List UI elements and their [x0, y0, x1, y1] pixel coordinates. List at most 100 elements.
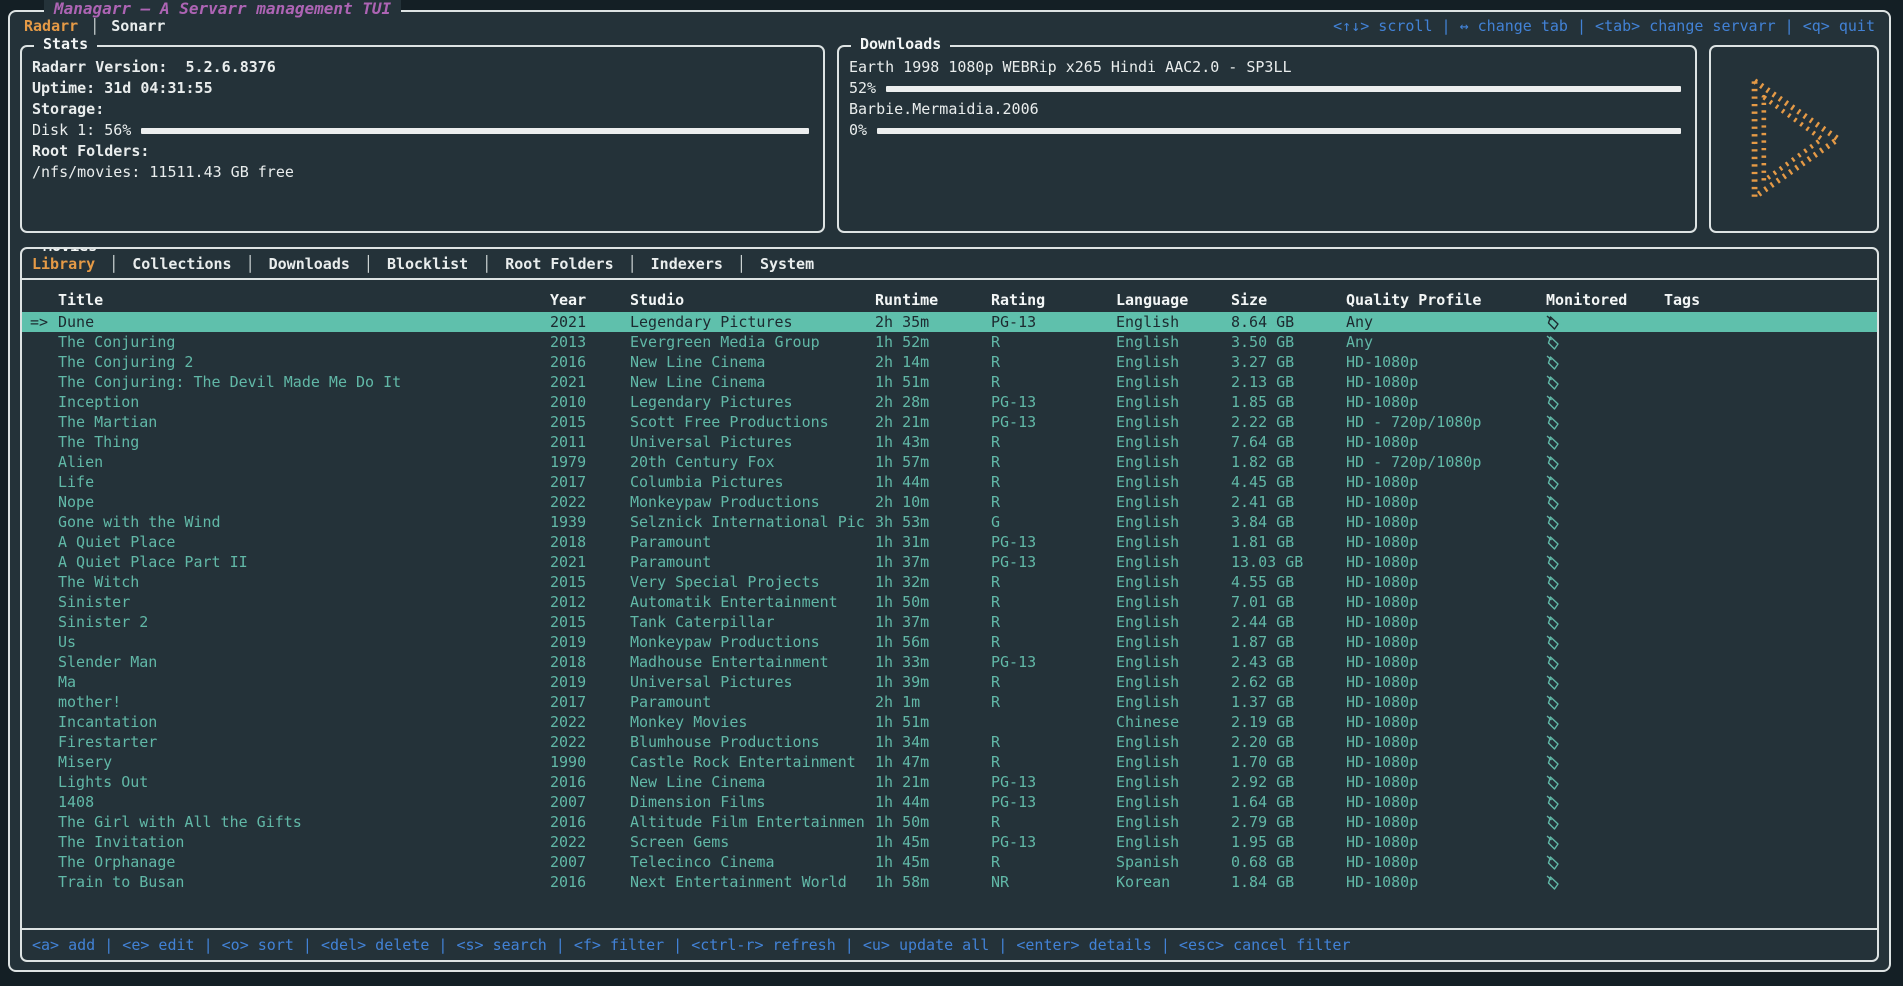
table-row[interactable]: Train to Busan 2016 Next Entertainment W… [22, 872, 1877, 892]
cell-language: English [1116, 433, 1231, 451]
cell-rating: R [991, 433, 1116, 451]
cell-title: The Thing [58, 433, 550, 451]
col-monitored[interactable]: Monitored [1546, 291, 1664, 309]
cell-year: 2018 [550, 653, 630, 671]
cell-title: The Martian [58, 413, 550, 431]
cell-language: English [1116, 653, 1231, 671]
cell-quality-profile: HD-1080p [1346, 833, 1546, 851]
cell-size: 2.44 GB [1231, 613, 1346, 631]
cell-runtime: 1h 45m [875, 853, 991, 871]
cell-year: 2013 [550, 333, 630, 351]
cell-quality-profile: HD-1080p [1346, 433, 1546, 451]
cell-rating: R [991, 633, 1116, 651]
cell-year: 2018 [550, 533, 630, 551]
cell-language: English [1116, 393, 1231, 411]
cell-year: 2017 [550, 693, 630, 711]
cell-title: Slender Man [58, 653, 550, 671]
movies-tab-downloads[interactable]: Downloads [269, 255, 350, 273]
cell-quality-profile: HD-1080p [1346, 373, 1546, 391]
cell-year: 2021 [550, 373, 630, 391]
cell-studio: Columbia Pictures [630, 473, 875, 491]
cell-rating: R [991, 333, 1116, 351]
cell-rating: R [991, 453, 1116, 471]
cell-runtime: 1h 51m [875, 713, 991, 731]
cell-rating: R [991, 373, 1116, 391]
cell-studio: Paramount [630, 693, 875, 711]
col-size[interactable]: Size [1231, 291, 1346, 309]
download-item: Barbie.Mermaidia.2006 0% [849, 99, 1681, 141]
cell-title: 1408 [58, 793, 550, 811]
cell-title: Gone with the Wind [58, 513, 550, 531]
cell-language: English [1116, 753, 1231, 771]
cell-quality-profile: HD-1080p [1346, 353, 1546, 371]
cell-size: 3.84 GB [1231, 513, 1346, 531]
cell-runtime: 1h 33m [875, 653, 991, 671]
cell-quality-profile: HD-1080p [1346, 473, 1546, 491]
cell-rating: R [991, 613, 1116, 631]
cell-rating: PG-13 [991, 393, 1116, 411]
downloads-panel-title: Downloads [851, 35, 950, 53]
col-quality-profile[interactable]: Quality Profile [1346, 291, 1546, 309]
cell-year: 2016 [550, 873, 630, 891]
cell-rating: R [991, 473, 1116, 491]
col-title[interactable]: Title [58, 291, 550, 309]
col-language[interactable]: Language [1116, 291, 1231, 309]
cell-quality-profile: HD-1080p [1346, 553, 1546, 571]
movies-tab-indexers[interactable]: Indexers [651, 255, 723, 273]
cell-rating: PG-13 [991, 653, 1116, 671]
cell-quality-profile: HD-1080p [1346, 513, 1546, 531]
cell-quality-profile: HD-1080p [1346, 853, 1546, 871]
col-runtime[interactable]: Runtime [875, 291, 991, 309]
servarr-tab-radarr[interactable]: Radarr [24, 17, 78, 35]
cell-size: 2.41 GB [1231, 493, 1346, 511]
cell-runtime: 1h 52m [875, 333, 991, 351]
cell-language: English [1116, 353, 1231, 371]
cell-rating: R [991, 353, 1116, 371]
servarr-tabs: Radarr│Sonarr [24, 17, 165, 35]
cell-studio: Evergreen Media Group [630, 333, 875, 351]
col-studio[interactable]: Studio [630, 291, 875, 309]
movies-tab-system[interactable]: System [760, 255, 814, 273]
col-year[interactable]: Year [550, 291, 630, 309]
cell-studio: Tank Caterpillar [630, 613, 875, 631]
cell-studio: Legendary Pictures [630, 313, 875, 331]
cell-year: 2022 [550, 833, 630, 851]
cell-quality-profile: HD-1080p [1346, 613, 1546, 631]
cell-rating: NR [991, 873, 1116, 891]
uptime: Uptime: 31d 04:31:55 [32, 78, 809, 99]
servarr-tab-sonarr[interactable]: Sonarr [111, 17, 165, 35]
cell-rating: R [991, 673, 1116, 691]
col-rating[interactable]: Rating [991, 291, 1116, 309]
col-tags[interactable]: Tags [1664, 291, 1877, 309]
cell-quality-profile: HD-1080p [1346, 753, 1546, 771]
cell-language: Chinese [1116, 713, 1231, 731]
cell-studio: Castle Rock Entertainment [630, 753, 875, 771]
download-item: Earth 1998 1080p WEBRip x265 Hindi AAC2.… [849, 57, 1681, 99]
cell-title: The Conjuring: The Devil Made Me Do It [58, 373, 550, 391]
cell-rating: PG-13 [991, 553, 1116, 571]
cell-title: Us [58, 633, 550, 651]
cell-runtime: 3h 53m [875, 513, 991, 531]
cell-year: 2011 [550, 433, 630, 451]
movies-tab-library[interactable]: Library [32, 255, 95, 273]
cell-title: The Witch [58, 573, 550, 591]
cell-studio: Dimension Films [630, 793, 875, 811]
cell-size: 4.55 GB [1231, 573, 1346, 591]
tab-separator: │ [628, 255, 637, 273]
cell-quality-profile: HD-1080p [1346, 593, 1546, 611]
cell-studio: Monkeypaw Productions [630, 493, 875, 511]
cell-language: English [1116, 533, 1231, 551]
monitored-tag-icon [1546, 838, 1664, 927]
movies-panel: Movies Library│Collections│Downloads│Blo… [20, 247, 1879, 962]
cell-size: 2.13 GB [1231, 373, 1346, 391]
movies-tab-collections[interactable]: Collections [132, 255, 231, 273]
cell-year: 2015 [550, 613, 630, 631]
cell-title: Nope [58, 493, 550, 511]
cell-size: 8.64 GB [1231, 313, 1346, 331]
cell-studio: Legendary Pictures [630, 393, 875, 411]
download-name: Earth 1998 1080p WEBRip x265 Hindi AAC2.… [849, 57, 1681, 78]
cell-studio: Paramount [630, 533, 875, 551]
movies-tab-root-folders[interactable]: Root Folders [505, 255, 613, 273]
movies-tab-blocklist[interactable]: Blocklist [387, 255, 468, 273]
downloads-panel: Downloads Earth 1998 1080p WEBRip x265 H… [837, 45, 1697, 233]
